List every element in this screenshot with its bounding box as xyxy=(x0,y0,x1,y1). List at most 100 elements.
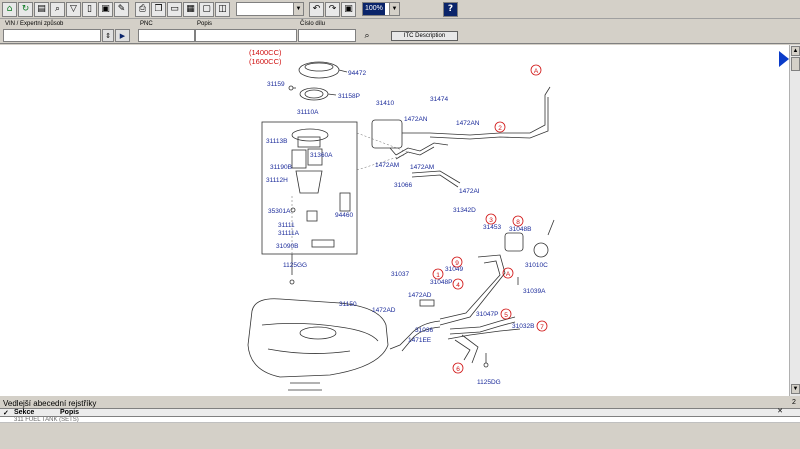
window-icon[interactable]: ◫ xyxy=(215,1,230,17)
app-window: ⌂ ↻ ▤ ⌕ ▽ ▯ ▣ ✎ ⎙ ❐ ▭ ▦ ▢ ◫ ▼ ↶ ↷ ▣ 100%… xyxy=(0,0,800,449)
desc-input[interactable] xyxy=(195,29,297,42)
exploded-view-svg: 94472 31159 31158P 31110A 31113B 31360A … xyxy=(247,48,555,391)
binoculars-icon[interactable]: ⌕ xyxy=(360,29,374,42)
label-31047P[interactable]: 31047P xyxy=(476,311,498,318)
engine-variant-1600: (1600CC) xyxy=(249,57,282,66)
label-1472AM-2[interactable]: 1472AM xyxy=(410,164,434,171)
print-icon[interactable]: ⎙ xyxy=(135,1,150,17)
label-31159[interactable]: 31159 xyxy=(267,81,285,88)
label-31453[interactable]: 31453 xyxy=(483,224,501,231)
label-94472[interactable]: 94472 xyxy=(348,70,366,77)
callout-4-text: 4 xyxy=(456,282,460,289)
callout-3-text: 3 xyxy=(489,217,493,224)
refresh-icon[interactable]: ↻ xyxy=(18,1,33,17)
scroll-up-icon[interactable]: ▲ xyxy=(791,46,800,56)
vertical-scrollbar[interactable]: ▲ ▼ xyxy=(789,45,800,396)
pump-cover xyxy=(298,61,340,79)
label-1472AI[interactable]: 1472AI xyxy=(459,188,480,195)
monitor-icon[interactable]: ▢ xyxy=(199,1,214,17)
engine-variant-1400: (1400CC) xyxy=(249,48,282,57)
image-icon[interactable]: ▣ xyxy=(98,1,113,17)
chevron-down-icon: ▼ xyxy=(389,3,399,15)
label-31111A[interactable]: 31111A xyxy=(278,230,300,237)
col-description[interactable]: Popis xyxy=(60,409,79,416)
label-31360A[interactable]: 31360A xyxy=(310,152,333,159)
callout-9-text: 9 xyxy=(455,260,459,267)
label-1472AD-2[interactable]: 1472AD xyxy=(372,307,396,314)
label-1472AN-1[interactable]: 1472AN xyxy=(404,116,428,123)
page-icon[interactable]: ▭ xyxy=(167,1,182,17)
search-icon[interactable]: ⌕ xyxy=(50,1,65,17)
redo-icon[interactable]: ↷ xyxy=(325,1,340,17)
table-row[interactable]: 311 FUEL TANK (SETS) xyxy=(0,417,800,423)
notes-icon[interactable]: ✎ xyxy=(114,1,129,17)
close-icon[interactable]: ✕ xyxy=(776,408,784,416)
label-31150[interactable]: 31150 xyxy=(339,301,357,308)
label-31342D[interactable]: 31342D xyxy=(453,207,476,214)
scroll-thumb[interactable] xyxy=(791,57,800,71)
vin-go-button[interactable]: ▶ xyxy=(115,29,130,42)
filter-icon[interactable]: ▽ xyxy=(66,1,81,17)
label-1472AD-1[interactable]: 1472AD xyxy=(408,292,432,299)
label-31048B[interactable]: 31048B xyxy=(509,226,531,233)
callout-1-text: 1 xyxy=(436,272,440,279)
label-31090B[interactable]: 31090B xyxy=(276,243,298,250)
index-panel: Vedlejší abecední rejstříky 2 ✓ Sekce Po… xyxy=(0,397,800,449)
calculator-icon[interactable]: ▦ xyxy=(183,1,198,17)
callout-8-text: 8 xyxy=(516,219,520,226)
label-1471EE[interactable]: 1471EE xyxy=(408,337,432,344)
label-35301A[interactable]: 35301A xyxy=(268,208,291,215)
help-icon[interactable]: ? xyxy=(443,1,458,17)
callout-7-text: 7 xyxy=(540,324,544,331)
callout-2-text: 2 xyxy=(498,125,502,132)
label-1125GG[interactable]: 1125GG xyxy=(283,262,307,269)
label-1472AM-1[interactable]: 1472AM xyxy=(375,162,399,169)
part-input[interactable] xyxy=(298,29,356,42)
desc-label: Popis xyxy=(197,21,213,27)
chevron-down-icon: ▼ xyxy=(293,3,303,15)
pnc-input[interactable] xyxy=(138,29,195,42)
label-1472AN-2[interactable]: 1472AN xyxy=(456,120,480,127)
col-section[interactable]: Sekce xyxy=(14,409,34,416)
home-icon[interactable]: ⌂ xyxy=(2,1,17,17)
label-31112H[interactable]: 31112H xyxy=(266,177,288,184)
label-31410[interactable]: 31410 xyxy=(376,100,394,107)
label-31036[interactable]: 31036 xyxy=(415,327,433,334)
vin-spin-button[interactable]: ⇕ xyxy=(102,29,114,42)
print-preview-icon[interactable]: ▤ xyxy=(34,1,49,17)
callout-a-top-text: A xyxy=(534,68,539,75)
label-31158P[interactable]: 31158P xyxy=(338,93,360,100)
label-31111[interactable]: 31111 xyxy=(278,222,295,229)
label-94460[interactable]: 94460 xyxy=(335,212,353,219)
label-31474[interactable]: 31474 xyxy=(430,96,448,103)
zoom-value: 100% xyxy=(363,3,385,15)
label-31066[interactable]: 31066 xyxy=(394,182,412,189)
table-header: ✓ Sekce Popis xyxy=(0,408,800,417)
label-31032B[interactable]: 31032B xyxy=(512,323,534,330)
label-31048P[interactable]: 31048P xyxy=(430,279,452,286)
label-31039A[interactable]: 31039A xyxy=(523,288,546,295)
view-select[interactable]: ▼ xyxy=(236,2,304,16)
label-31110A[interactable]: 31110A xyxy=(297,109,319,116)
itc-description-button[interactable]: ITC Description xyxy=(391,31,458,41)
panel-number: 2 xyxy=(792,399,796,406)
label-31037[interactable]: 31037 xyxy=(391,271,409,278)
vin-label: VIN / Expertní způsob xyxy=(5,21,64,27)
label-31010C[interactable]: 31010C xyxy=(525,262,548,269)
zoom-select[interactable]: 100% ▼ xyxy=(362,2,400,16)
undo-icon[interactable]: ↶ xyxy=(309,1,324,17)
screen-icon[interactable]: ▣ xyxy=(341,1,356,17)
copy-icon[interactable]: ❐ xyxy=(151,1,166,17)
label-31113B[interactable]: 31113B xyxy=(266,138,287,145)
scroll-down-icon[interactable]: ▼ xyxy=(791,384,800,394)
fuel-tank xyxy=(247,298,389,378)
pnc-label: PNC xyxy=(140,21,153,27)
label-1125DG[interactable]: 1125DG xyxy=(477,379,501,386)
vin-input[interactable] xyxy=(3,29,101,42)
label-31049[interactable]: 31049 xyxy=(445,266,463,273)
next-page-arrow-icon[interactable] xyxy=(779,51,789,67)
document-icon[interactable]: ▯ xyxy=(82,1,97,17)
callout-6-text: 6 xyxy=(456,366,460,373)
parts-diagram: 94472 31159 31158P 31110A 31113B 31360A … xyxy=(0,45,789,396)
label-31190B[interactable]: 31190B xyxy=(270,164,292,171)
